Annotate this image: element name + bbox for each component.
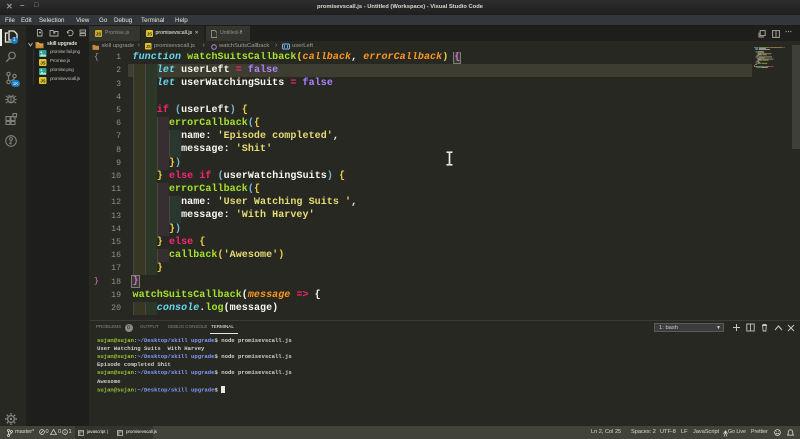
svg-text:JS: JS [40, 61, 45, 66]
svg-text:JS: JS [147, 31, 152, 36]
svg-text:JS: JS [146, 44, 151, 49]
svg-text:JS: JS [40, 79, 45, 84]
svg-text:JS: JS [96, 31, 101, 36]
